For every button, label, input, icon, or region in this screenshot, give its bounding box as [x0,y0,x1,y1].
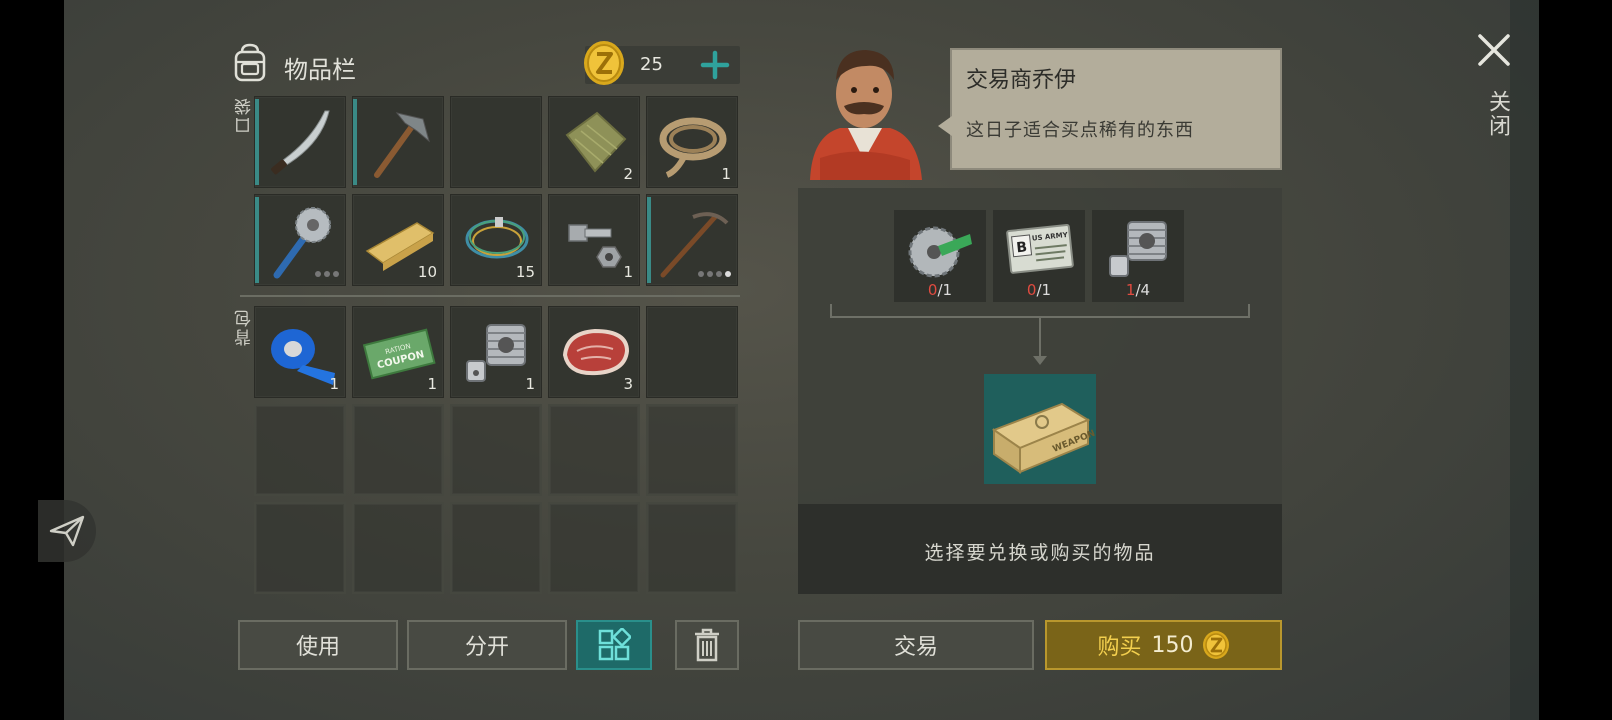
right-side-strip [1510,0,1539,720]
trader-portrait [810,50,922,180]
backpack-slot-3[interactable]: 1 [450,306,542,398]
item-count: 3 [623,375,633,393]
buy-price: 150 [1151,632,1194,658]
pocket-slot-7[interactable]: 10 [352,194,444,286]
trade-footer: 选择要兑换或购买的物品 [798,504,1282,594]
inventory-title: 物品栏 [284,56,356,84]
item-count: 2 [623,165,633,183]
saw-blade-icon [908,226,972,278]
engine-cylinder-icon [466,324,526,382]
item-count: 1 [329,375,339,393]
bolt-nut-icon [568,224,622,268]
close-icon [1478,34,1510,66]
inventory-header: 物品栏 25 [230,40,740,90]
coin-icon [584,41,624,85]
durability-bar [353,99,357,185]
trade-button[interactable]: 交易 [798,620,1034,670]
item-count: 15 [515,263,535,281]
saw-mace-icon [273,207,331,279]
trade-hint-text: 选择要兑换或购买的物品 [924,542,1156,564]
backpack-slot-12[interactable] [352,502,444,594]
backpack-slot-10[interactable] [646,404,738,496]
requirement-count: 0/1 [1026,281,1052,299]
requirement-slot-1[interactable]: 0/1 [894,210,986,302]
backpack-slot-2[interactable]: RATION COUPON 1 [352,306,444,398]
paper-plane-icon [49,515,85,547]
durability-dots [698,271,731,277]
steak-icon [562,328,630,376]
ration-coupon-icon: RATION COUPON [362,328,436,380]
pocket-slot-1[interactable] [254,96,346,188]
requirement-count: 0/1 [927,281,953,299]
backpack-slot-5[interactable] [646,306,738,398]
tape-icon [271,329,335,385]
trader-message: 这日子适合买点稀有的东西 [966,120,1194,141]
requirement-slot-3[interactable]: 1/4 [1092,210,1184,302]
close-button[interactable] [1476,32,1512,68]
coin-icon [1202,631,1229,659]
backpack-slot-6[interactable] [254,404,346,496]
backpack-slot-4[interactable]: 3 [548,306,640,398]
durability-dots [315,271,339,277]
cloth-icon [565,111,627,173]
sort-grid-button[interactable] [576,620,652,670]
buy-label: 购买 [1097,635,1142,660]
result-item-slot[interactable]: WEAPON [984,374,1097,484]
durability-bar [255,197,259,283]
backpack-slot-7[interactable] [352,404,444,496]
section-divider [240,295,740,297]
weapon-crate-icon: WEAPON [991,402,1097,474]
backpack-slot-15[interactable] [646,502,738,594]
delete-button[interactable] [675,620,739,670]
split-button[interactable]: 分开 [407,620,567,670]
svg-text:B: B [1016,239,1028,256]
pocket-slot-6[interactable] [254,194,346,286]
buy-button[interactable]: 购买 150 [1045,620,1282,670]
requirement-slot-2[interactable]: B US ARMY 0/1 [993,210,1085,302]
backpack-slot-8[interactable] [450,404,542,496]
backpack-slot-11[interactable] [254,502,346,594]
backpack-icon [234,43,266,82]
requirement-count: 1/4 [1125,281,1151,299]
durability-bar [647,197,651,283]
army-card-icon: B US ARMY [1006,223,1074,274]
machete-icon [271,110,330,175]
backpack-slot-1[interactable]: 1 [254,306,346,398]
pocket-slot-5[interactable]: 1 [646,96,738,188]
trader-name: 交易商乔伊 [966,68,1077,93]
add-coins-plus-icon[interactable] [700,50,730,80]
pocket-slot-8[interactable]: 15 [450,194,542,286]
pick-icon [660,212,729,278]
pocket-slot-2[interactable] [352,96,444,188]
pocket-slot-10[interactable] [646,194,738,286]
grid-icon [598,628,631,661]
arrow-down-icon [1033,356,1047,365]
requirement-bracket [830,304,1250,318]
item-count: 1 [721,165,731,183]
close-label[interactable]: 关闭 [1482,90,1510,138]
backpack-slot-13[interactable] [450,502,542,594]
trader-speech-bubble: 交易商乔伊 这日子适合买点稀有的东西 [938,48,1282,170]
item-count: 10 [417,263,437,281]
backpack-slot-9[interactable] [548,404,640,496]
pickaxe-icon [374,112,430,178]
coin-count: 25 [640,54,663,75]
durability-bar [255,99,259,185]
engine-cylinder-icon [1109,221,1167,277]
item-count: 1 [623,263,633,281]
rope-icon [659,117,727,178]
pocket-slot-9[interactable]: 1 [548,194,640,286]
backpack-slot-14[interactable] [548,502,640,594]
use-button[interactable]: 使用 [238,620,398,670]
pocket-slot-4[interactable]: 2 [548,96,640,188]
item-count: 1 [427,375,437,393]
arrow-line [1039,318,1041,358]
trash-icon [695,628,719,662]
item-count: 1 [525,375,535,393]
pocket-slot-3[interactable] [450,96,542,188]
